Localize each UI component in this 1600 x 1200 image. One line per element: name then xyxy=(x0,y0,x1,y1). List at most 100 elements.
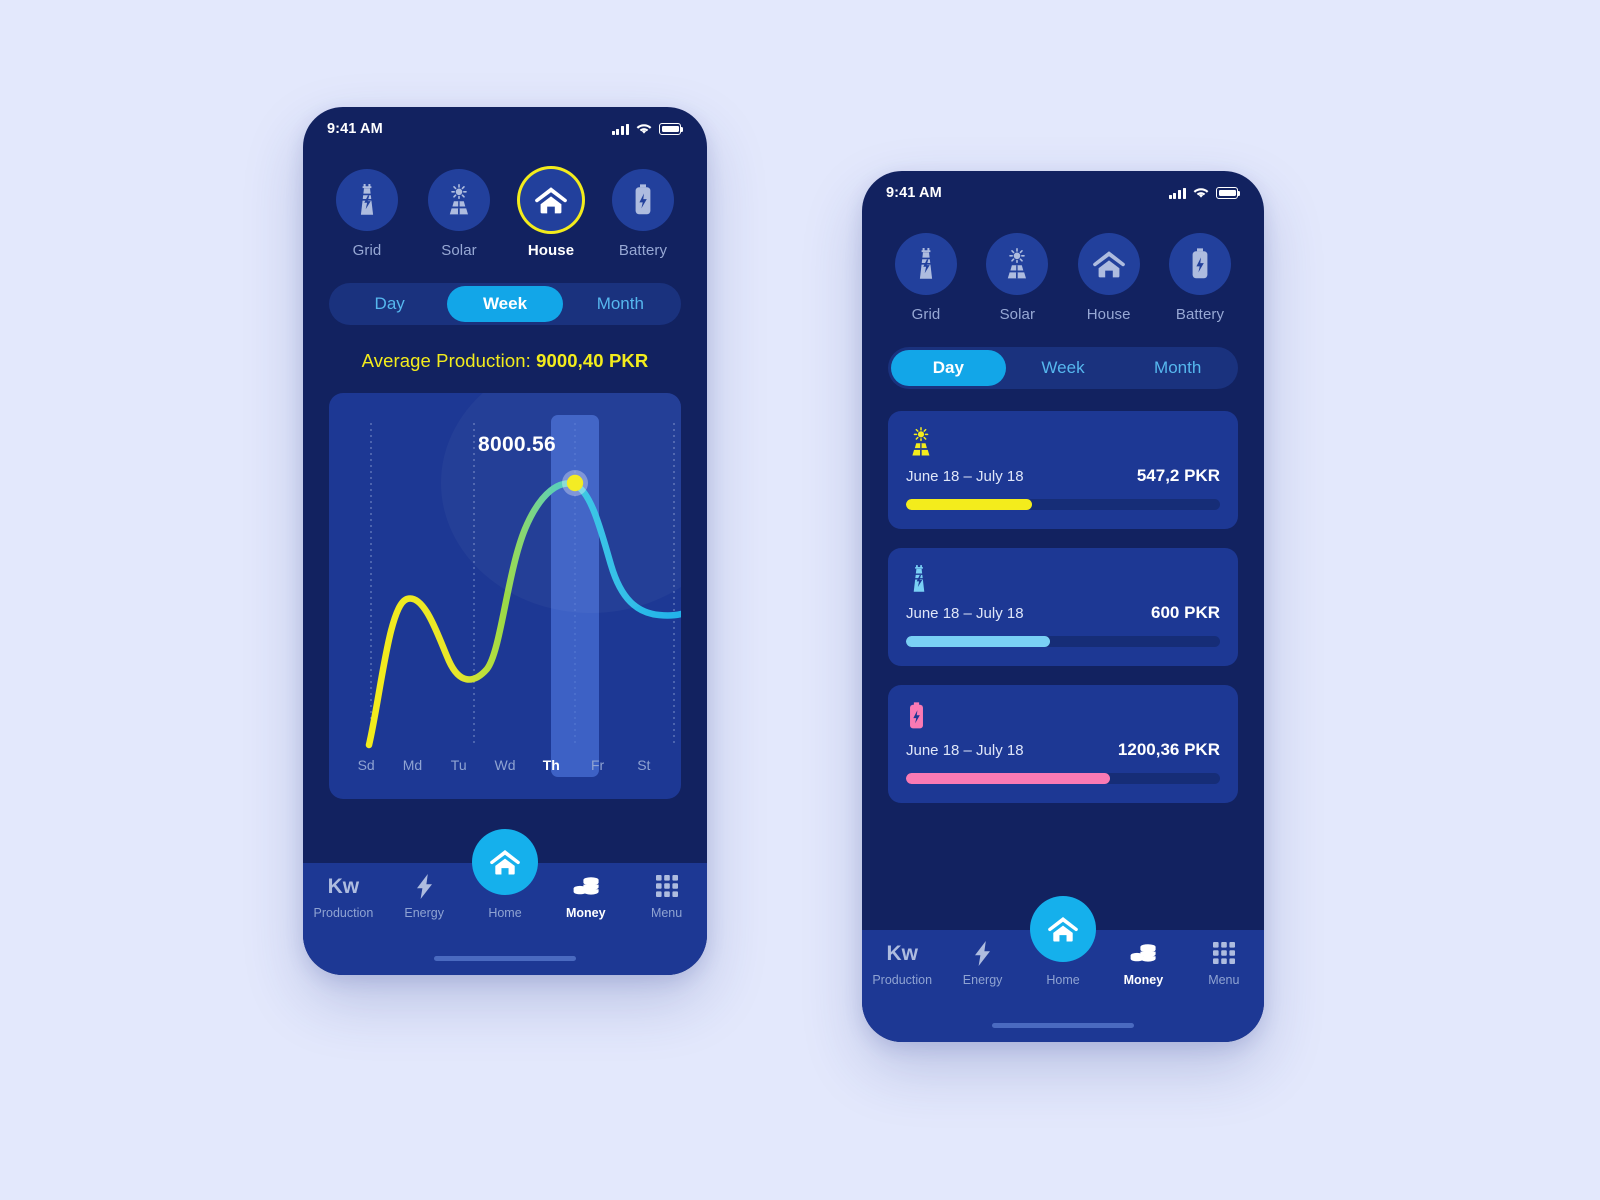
money-card-amount-grid: 600 PKR xyxy=(1151,603,1220,622)
period-tab-week[interactable]: Week xyxy=(447,286,563,322)
source-label-grid: Grid xyxy=(352,242,382,259)
tab-menu[interactable]: Menu xyxy=(626,873,707,920)
tab-energy[interactable]: Energy xyxy=(384,873,465,920)
source-circle-battery xyxy=(1168,233,1231,295)
source-selector-right: Grid Solar House Battery xyxy=(862,215,1264,323)
chart-day-st[interactable]: St xyxy=(621,757,667,773)
source-item-house[interactable]: House xyxy=(515,169,587,259)
money-card-icon-battery xyxy=(906,701,1220,731)
source-item-solar[interactable]: Solar xyxy=(981,233,1053,323)
source-circle-house xyxy=(1077,233,1140,295)
kw-icon: Kw xyxy=(328,873,360,899)
battery-icon xyxy=(1216,187,1241,199)
house-icon xyxy=(535,187,567,214)
money-card-range-battery: June 18 – July 18 xyxy=(906,742,1024,759)
money-card-row-battery: June 18 – July 18 1200,36 PKR xyxy=(906,740,1220,760)
money-card-grid[interactable]: June 18 – July 18 600 PKR xyxy=(888,548,1238,666)
tab-label-energy: Energy xyxy=(404,906,444,920)
phone-right: 9:41 AM Grid Solar House Battery Day Wee… xyxy=(862,171,1264,1042)
status-bar: 9:41 AM xyxy=(303,107,707,151)
period-segmented-control-left[interactable]: Day Week Month xyxy=(329,283,681,325)
bolt-icon-wrap xyxy=(416,873,433,899)
source-circle-house xyxy=(520,169,582,231)
chart-day-th[interactable]: Th xyxy=(528,757,574,773)
period-tab-week[interactable]: Week xyxy=(1006,350,1121,386)
chart-day-sd[interactable]: Sd xyxy=(343,757,389,773)
solar-panel-icon xyxy=(1008,247,1027,278)
status-time: 9:41 AM xyxy=(327,121,383,137)
solar-panel-icon xyxy=(449,183,468,214)
average-production-label: Average Production: xyxy=(361,350,531,371)
battery-bolt-icon xyxy=(635,184,651,215)
source-item-battery[interactable]: Battery xyxy=(1164,233,1236,323)
tab-money[interactable]: Money xyxy=(545,873,626,920)
tab-energy[interactable]: Energy xyxy=(942,940,1022,987)
source-circle-solar xyxy=(986,233,1049,295)
tab-label-money: Money xyxy=(565,906,606,920)
tab-label-energy: Energy xyxy=(962,973,1003,987)
house-icon xyxy=(1092,251,1125,278)
money-card-amount-solar: 547,2 PKR xyxy=(1136,466,1220,485)
chart-day-fr[interactable]: Fr xyxy=(574,757,620,773)
money-card-progress-track-battery xyxy=(906,773,1220,784)
design-canvas: 9:41 AM Grid Solar House Battery Day Wee… xyxy=(0,0,1600,1200)
chart-marker-halo xyxy=(562,470,588,496)
grid-menu-icon xyxy=(1212,942,1235,964)
source-item-grid[interactable]: Grid xyxy=(331,169,403,259)
money-card-progress-fill-solar xyxy=(906,499,1032,510)
source-selector-left: Grid Solar House Battery xyxy=(303,151,707,259)
source-item-grid[interactable]: Grid xyxy=(890,233,962,323)
tab-production[interactable]: Kw Production xyxy=(862,940,942,988)
money-card-solar[interactable]: June 18 – July 18 547,2 PKR xyxy=(888,411,1238,529)
source-label-battery: Battery xyxy=(618,242,668,259)
money-card-row-grid: June 18 – July 18 600 PKR xyxy=(906,603,1220,623)
power-tower-icon xyxy=(919,248,933,279)
kw-icon-text: Kw xyxy=(327,874,360,898)
grid-menu-icon xyxy=(655,875,678,897)
source-label-grid: Grid xyxy=(911,306,941,323)
home-indicator-area xyxy=(862,1008,1264,1042)
tab-label-menu: Menu xyxy=(650,906,683,920)
bolt-icon-wrap xyxy=(974,940,991,966)
money-card-battery[interactable]: June 18 – July 18 1200,36 PKR xyxy=(888,685,1238,803)
source-item-solar[interactable]: Solar xyxy=(423,169,495,259)
home-fab-button[interactable] xyxy=(472,829,538,895)
tab-production[interactable]: Kw Production xyxy=(303,873,384,921)
source-item-battery[interactable]: Battery xyxy=(607,169,679,259)
signal-icon xyxy=(1168,187,1186,199)
source-circle-battery xyxy=(612,169,674,231)
period-tab-day[interactable]: Day xyxy=(332,286,447,322)
bottom-nav-left: Kw Production Energy Home Money Menu xyxy=(303,829,707,975)
source-item-house[interactable]: House xyxy=(1073,233,1145,323)
chart-day-tu[interactable]: Tu xyxy=(436,757,482,773)
signal-icon xyxy=(611,123,629,135)
home-indicator[interactable] xyxy=(992,1022,1134,1028)
tab-label-production: Production xyxy=(872,973,933,987)
period-tab-day[interactable]: Day xyxy=(891,350,1006,386)
chart-day-md[interactable]: Md xyxy=(389,757,435,773)
money-card-progress-track-solar xyxy=(906,499,1220,510)
home-indicator[interactable] xyxy=(434,955,576,961)
chart-day-wd[interactable]: Wd xyxy=(482,757,528,773)
grid-menu-icon-wrap xyxy=(655,873,679,899)
coins-icon-wrap xyxy=(572,873,600,899)
tab-menu[interactable]: Menu xyxy=(1184,940,1264,987)
average-production-line: Average Production: 9000,40 PKR xyxy=(303,350,707,372)
battery-icon xyxy=(659,123,684,135)
battery-bolt-icon xyxy=(910,702,923,729)
kw-icon-text: Kw xyxy=(886,941,918,965)
tab-money[interactable]: Money xyxy=(1103,940,1183,987)
home-fab-button[interactable] xyxy=(1030,896,1096,962)
money-card-range-grid: June 18 – July 18 xyxy=(906,605,1024,622)
chart-card[interactable]: 8000.56 Sd Md Tu Wd Th Fr St xyxy=(329,393,681,799)
period-tab-month[interactable]: Month xyxy=(563,286,678,322)
money-card-amount-battery: 1200,36 PKR xyxy=(1117,740,1220,759)
status-time: 9:41 AM xyxy=(886,185,942,201)
period-segmented-control-right[interactable]: Day Week Month xyxy=(888,347,1238,389)
money-card-progress-fill-battery xyxy=(906,773,1111,784)
average-production-value: 9000,40 PKR xyxy=(536,350,649,371)
coins-icon-wrap xyxy=(1129,940,1157,966)
period-tab-month[interactable]: Month xyxy=(1120,350,1235,386)
money-card-progress-fill-grid xyxy=(906,636,1051,647)
source-circle-solar xyxy=(428,169,490,231)
